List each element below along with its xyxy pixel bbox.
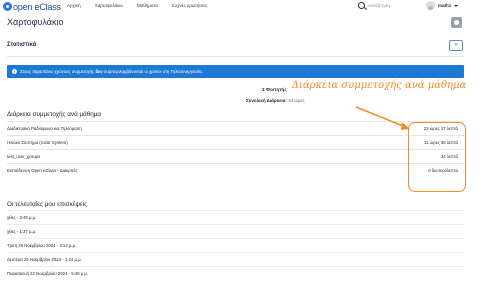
nav-item-home[interactable]: Αρχική [67,3,81,8]
annotation-label: Διάρκεια συμμετοχής ανά μάθημα [291,80,467,91]
search-box[interactable]: Αναζήτηση... [358,2,394,9]
visits-list: χθες - 3:45 μ.μ. χθες - 1:37 μ.μ. Τρίτη … [7,210,464,280]
user-name[interactable]: math1 [438,3,451,8]
table-row: Διαδικτυακό Ραδιόφωνο και Τηλεόραση 22 ώ… [7,121,464,135]
nav-item-portfolio[interactable]: Χαρτοφυλάκιο [95,3,123,8]
search-icon[interactable] [358,2,365,9]
main-nav: Αρχική Χαρτοφυλάκιο Μαθήματα Συχνές ερωτ… [67,3,221,8]
logo-text: open eClass [13,1,61,12]
nav-item-faq[interactable]: Συχνές ερωτήσεις [172,3,208,8]
logo[interactable]: open eClass [3,1,61,12]
chevron-down-icon[interactable] [454,4,459,7]
info-banner: i Στους παραπάνω χρόνους συμμετοχής δεν … [7,65,464,78]
info-icon: i [12,69,17,74]
tools-button[interactable] [451,17,462,28]
course-name: test_user_groups [7,154,41,159]
table-row: Εκπαίδευση Open eClass - Διακριτές 0 δευ… [7,163,464,177]
list-item: Δευτέρα 25 Νοεμβρίου 2024 - 1:24 μ.μ. [7,252,464,266]
chart-button[interactable]: ⟡ [449,40,463,51]
course-name: Διαδικτυακό Ραδιόφωνο και Τηλεόραση [7,126,82,131]
avatar[interactable] [426,1,435,10]
logo-icon [3,2,12,11]
list-item: χθες - 3:45 μ.μ. [7,210,464,224]
divider [7,56,464,57]
list-item: χθες - 1:37 μ.μ. [7,224,464,238]
table-row: Ηλιακό Σύστημα (Solar System) 11 ώρες 35… [7,135,464,149]
course-name: Ηλιακό Σύστημα (Solar System) [7,140,68,145]
participation-table: Διαδικτυακό Ραδιόφωνο και Τηλεόραση 22 ώ… [7,121,464,177]
section-title: Στατιστικά [7,42,37,48]
nav-item-courses[interactable]: Μαθήματα [137,3,158,8]
list-item: Τρίτη 26 Νοεμβρίου 2024 - 3:12 μ.μ. [7,238,464,252]
list-item: Παρασκευή 22 Νοεμβρίου 2024 - 5:49 μ.μ. [7,266,464,280]
search-input[interactable]: Αναζήτηση... [368,3,394,8]
total-duration: Συνολική Διάρκεια: 34 ώρες [246,98,305,103]
table-row: test_user_groups 34 λεπτά [7,149,464,163]
user-menu[interactable]: math1 [426,1,459,10]
page-title: Χαρτοφυλάκιο [7,17,64,27]
participation-title: Διάρκεια συμμετοχής ανά μάθημα [7,111,102,118]
visits-title: Οι τελευταίες μου επισκέψεις [7,201,88,208]
course-name: Εκπαίδευση Open eClass - Διακριτές [7,168,78,173]
top-navbar: open eClass Αρχική Χαρτοφυλάκιο Μαθήματα… [0,0,500,13]
annotation-highlight-box [408,122,466,192]
chart-icon: ⟡ [454,42,458,48]
info-text: Στους παραπάνω χρόνους συμμετοχής δεν συ… [20,69,203,74]
